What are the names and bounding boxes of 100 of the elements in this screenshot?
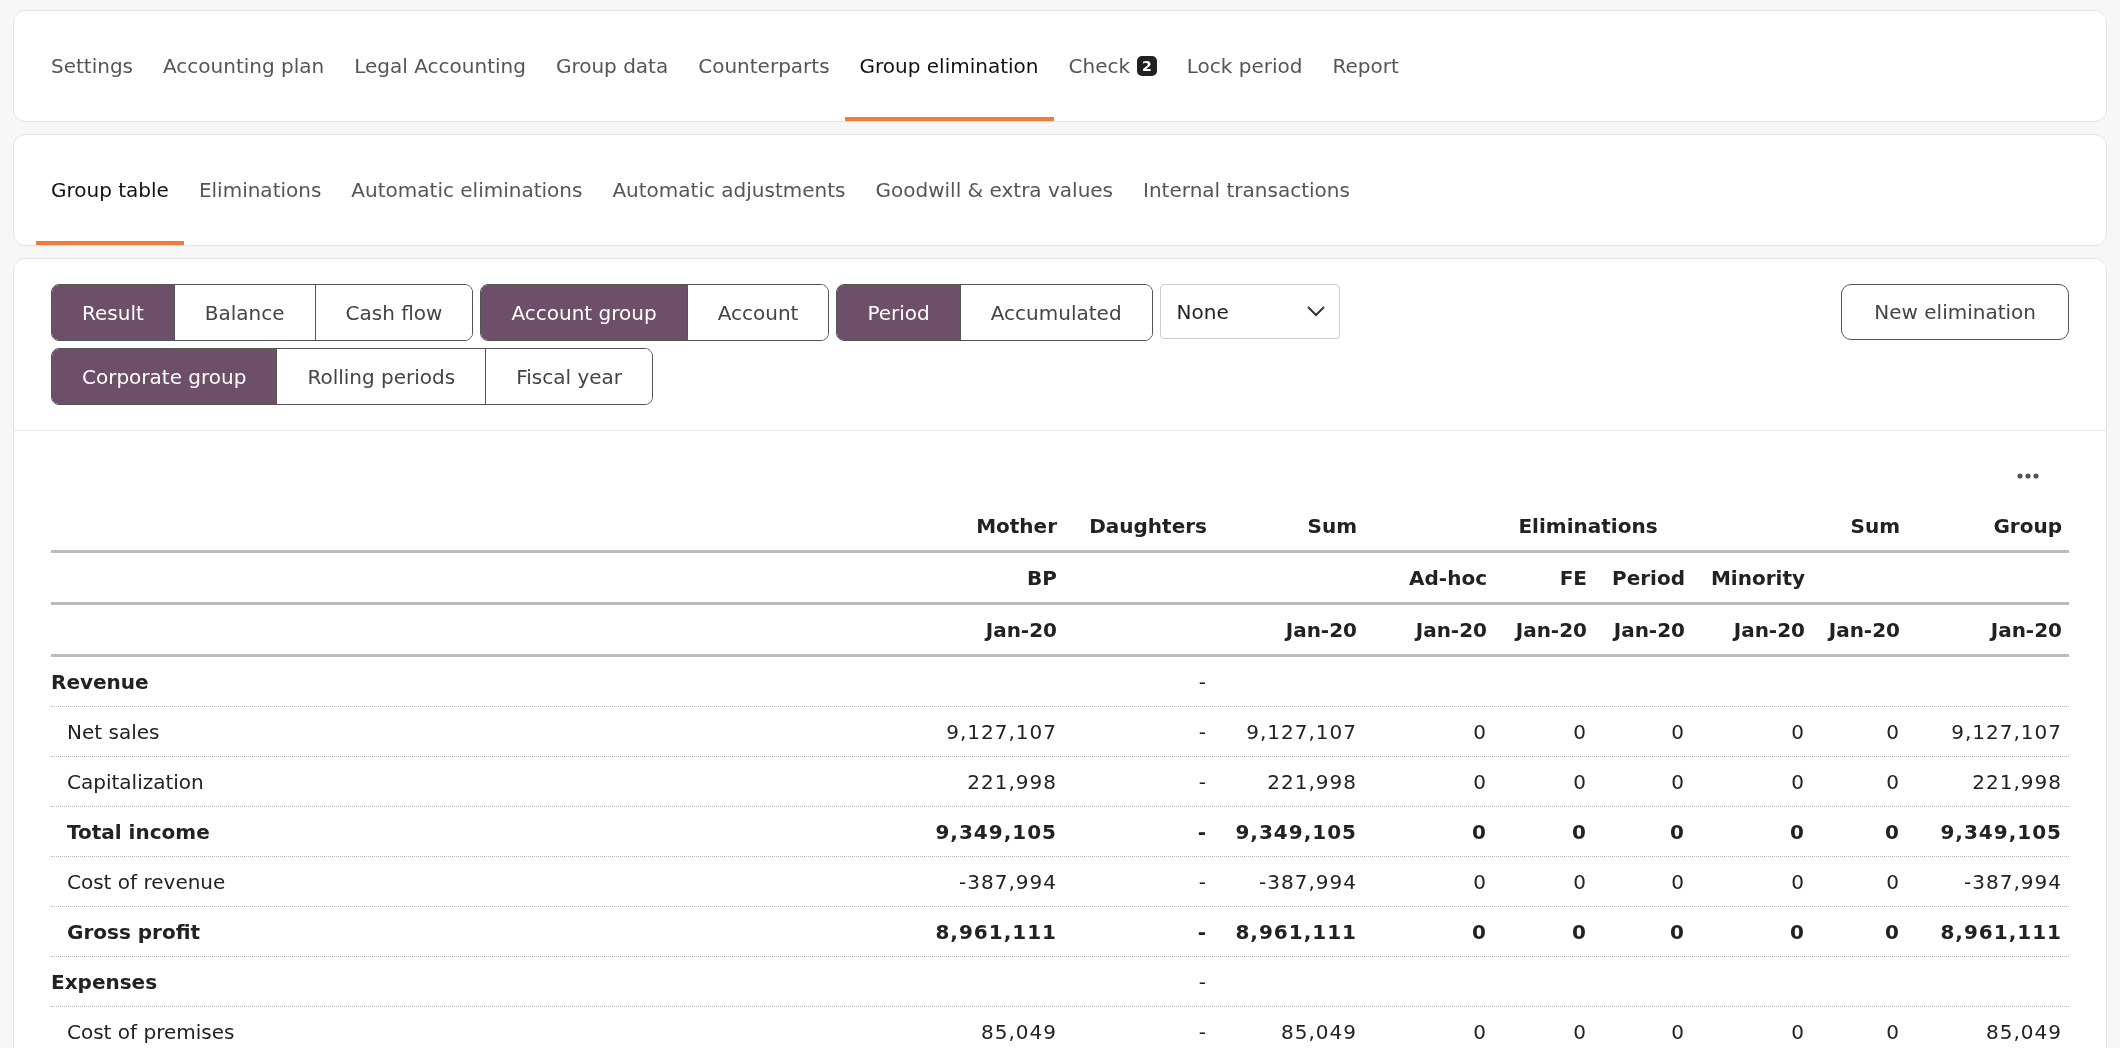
table-cell: - <box>1198 869 1207 894</box>
row-label: Expenses <box>51 969 158 994</box>
column-header: BP <box>1027 565 1057 590</box>
table-cell: 9,127,107 <box>1951 719 2062 744</box>
table-cell: 0 <box>1472 819 1487 844</box>
table-cell: 0 <box>1473 719 1487 744</box>
table-cell: 0 <box>1790 819 1805 844</box>
more-icon[interactable] <box>2017 473 2039 479</box>
table-cell: 221,998 <box>1267 769 1357 794</box>
table-cell: - <box>1198 769 1207 794</box>
table-cell: - <box>1197 819 1207 844</box>
table-cell: -387,994 <box>1964 869 2062 894</box>
table-cell: 85,049 <box>981 1019 1057 1044</box>
table-cell: -387,994 <box>1259 869 1357 894</box>
nav-tab[interactable]: Counterparts <box>683 15 845 121</box>
table-cell: 9,349,105 <box>935 819 1057 844</box>
table-cell: 9,127,107 <box>946 719 1057 744</box>
table-cell: 9,127,107 <box>1246 719 1357 744</box>
column-header: Group <box>1993 513 2062 538</box>
column-header: Jan-20 <box>1733 617 1805 642</box>
table-cell: 221,998 <box>1972 769 2062 794</box>
table-cell: 0 <box>1791 769 1805 794</box>
column-header: Jan-20 <box>1515 617 1587 642</box>
table-cell: 0 <box>1791 719 1805 744</box>
table-cell: 0 <box>1886 719 1900 744</box>
column-header: Period <box>1612 565 1685 590</box>
sub-tab[interactable]: Eliminations <box>183 139 337 245</box>
sub-tab[interactable]: Internal transactions <box>1128 139 1365 245</box>
table-cell: 0 <box>1886 769 1900 794</box>
row-label: Revenue <box>51 669 149 694</box>
column-header: Jan-20 <box>1990 617 2062 642</box>
toggle-button[interactable]: Cash flow <box>314 285 473 340</box>
table-cell: 8,961,111 <box>935 919 1057 944</box>
table-cell: 0 <box>1885 819 1900 844</box>
toggle-button[interactable]: Corporate group <box>52 349 277 404</box>
table-cell: 0 <box>1790 919 1805 944</box>
column-header: Jan-20 <box>985 617 1057 642</box>
table-cell: 0 <box>1573 869 1587 894</box>
table-cell: 0 <box>1573 719 1587 744</box>
row-label: Cost of revenue <box>67 869 226 894</box>
table-cell: 9,349,105 <box>1235 819 1357 844</box>
row-label: Total income <box>67 819 210 844</box>
table-cell: 0 <box>1671 869 1685 894</box>
column-header: Minority <box>1710 565 1805 590</box>
nav-tab[interactable]: Group elimination <box>844 15 1054 121</box>
column-header: Eliminations <box>1518 513 1658 538</box>
toggle-button[interactable]: Fiscal year <box>485 349 652 404</box>
table-cell: 85,049 <box>1986 1019 2062 1044</box>
new-elimination-button[interactable]: New elimination <box>1841 284 2069 340</box>
column-header: Sum <box>1850 513 1900 538</box>
column-header: Daughters <box>1089 513 1207 538</box>
table-cell: 0 <box>1885 919 1900 944</box>
nav-tab[interactable]: Settings <box>36 15 149 121</box>
table-cell: 0 <box>1572 919 1587 944</box>
sub-tab[interactable]: Automatic eliminations <box>336 139 598 245</box>
table-cell: - <box>1197 919 1207 944</box>
table-cell: 0 <box>1572 819 1587 844</box>
table-cell: 0 <box>1473 869 1487 894</box>
table-cell: 8,961,111 <box>1235 919 1357 944</box>
nav-tab[interactable]: Group data <box>540 15 684 121</box>
sub-tab[interactable]: Goodwill & extra values <box>860 139 1129 245</box>
nav-tab[interactable]: Accounting plan <box>148 15 340 121</box>
toggle-button[interactable]: Result <box>52 285 174 340</box>
table-cell: 0 <box>1791 869 1805 894</box>
row-label: Capitalization <box>67 769 204 794</box>
table-cell: 8,961,111 <box>1940 919 2062 944</box>
column-header: FE <box>1559 565 1587 590</box>
table-cell: 85,049 <box>1281 1019 1357 1044</box>
nav-tab[interactable]: Legal Accounting <box>339 15 541 121</box>
table-cell: 0 <box>1472 919 1487 944</box>
table-cell: 0 <box>1671 769 1685 794</box>
dropdown[interactable]: None <box>1159 284 1340 339</box>
table-cell: -387,994 <box>959 869 1057 894</box>
table-cell: 0 <box>1670 919 1685 944</box>
column-header: Jan-20 <box>1285 617 1357 642</box>
nav-tab[interactable]: Check 2 <box>1053 15 1172 121</box>
toggle-button[interactable]: Period <box>837 285 960 340</box>
nav-tab[interactable]: Lock period <box>1171 15 1318 121</box>
toggle-button[interactable]: Accumulated <box>959 285 1152 340</box>
table-cell: 0 <box>1671 1019 1685 1044</box>
column-header: Jan-20 <box>1415 617 1487 642</box>
sub-tab[interactable]: Automatic adjustments <box>597 139 861 245</box>
toggle-button[interactable]: Account <box>686 285 829 340</box>
table-cell: - <box>1198 969 1207 994</box>
column-header: Jan-20 <box>1613 617 1685 642</box>
row-label: Cost of premises <box>67 1019 235 1044</box>
sub-tab[interactable]: Group table <box>36 139 184 245</box>
row-label: Net sales <box>67 719 160 744</box>
column-header: Mother <box>976 513 1057 538</box>
toggle-button[interactable]: Account group <box>481 285 687 340</box>
table-cell: 0 <box>1473 769 1487 794</box>
table-cell: 9,349,105 <box>1940 819 2062 844</box>
column-header: Jan-20 <box>1828 617 1900 642</box>
table-cell: 0 <box>1670 819 1685 844</box>
table-cell: 221,998 <box>967 769 1057 794</box>
nav-tab[interactable]: Report <box>1317 15 1414 121</box>
table-cell: 0 <box>1791 1019 1805 1044</box>
table-cell: 0 <box>1573 1019 1587 1044</box>
table-cell: 0 <box>1573 769 1587 794</box>
table-cell: - <box>1198 669 1207 694</box>
